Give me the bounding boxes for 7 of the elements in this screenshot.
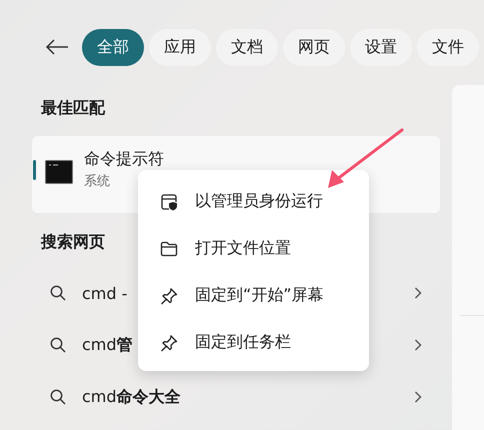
section-heading: 最佳匹配 — [40, 97, 105, 119]
result-text: cmd命令大全 — [82, 386, 181, 408]
section-heading: 搜索网页 — [40, 231, 105, 253]
app-category: 系统 — [84, 173, 111, 190]
result-text: cmd管 — [82, 334, 133, 356]
app-name: 命令提示符 — [84, 149, 164, 170]
result-text: cmd - — [82, 284, 128, 302]
